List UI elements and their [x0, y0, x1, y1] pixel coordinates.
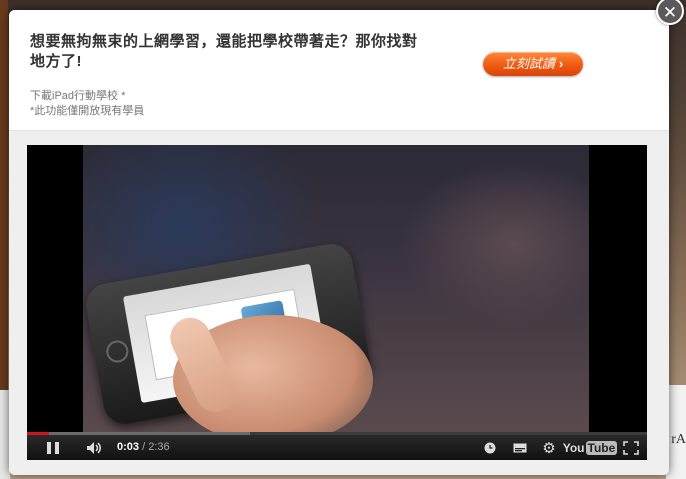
try-now-button[interactable]: 立刻試讀 › — [483, 52, 583, 76]
video-player[interactable]: 0:03 / 2:36 ⚙ You Tube — [27, 145, 647, 460]
note-members-only: *此功能僅開放現有學員 — [30, 105, 145, 117]
fullscreen-button[interactable] — [621, 435, 641, 460]
phone-home-button — [104, 338, 131, 365]
player-controls: 0:03 / 2:36 ⚙ You Tube — [27, 435, 647, 460]
modal-header: 想要無拘無束的上網學習，還能把學校帶著走？那你找對地方了! 下載iPad行動學校… — [9, 10, 669, 131]
time-current: 0:03 — [117, 441, 140, 453]
volume-icon — [87, 441, 101, 454]
youtube-logo-you: You — [562, 440, 585, 455]
pause-icon-bar — [55, 441, 59, 454]
fullscreen-icon — [623, 440, 639, 455]
note-download: 下載iPad行動學校 * — [30, 90, 126, 102]
time-display: 0:03 / 2:36 — [117, 435, 170, 460]
close-icon: ✕ — [662, 3, 678, 22]
gear-icon: ⚙ — [542, 439, 556, 457]
youtube-logo-tube: Tube — [585, 440, 618, 455]
time-separator: / — [139, 441, 149, 453]
background-right-text: rA — [671, 432, 686, 447]
chevron-right-icon: › — [558, 56, 564, 71]
volume-button[interactable] — [83, 435, 107, 460]
promo-notes: 下載iPad行動學校 * *此功能僅開放現有學員 — [30, 89, 144, 119]
clock-icon — [484, 442, 496, 453]
captions-icon — [513, 443, 527, 452]
pause-button[interactable] — [41, 435, 65, 460]
time-duration: 2:36 — [148, 441, 170, 453]
try-now-label: 立刻試讀 — [502, 56, 555, 71]
youtube-logo[interactable]: You Tube — [563, 435, 618, 460]
captions-button[interactable] — [510, 435, 530, 460]
watch-later-button[interactable] — [481, 435, 499, 460]
video-frame[interactable] — [83, 145, 589, 432]
settings-button[interactable]: ⚙ — [539, 435, 559, 460]
promo-headline: 想要無拘無束的上網學習，還能把學校帶著走？那你找對地方了! — [30, 33, 418, 70]
pause-icon-bar — [47, 441, 51, 454]
